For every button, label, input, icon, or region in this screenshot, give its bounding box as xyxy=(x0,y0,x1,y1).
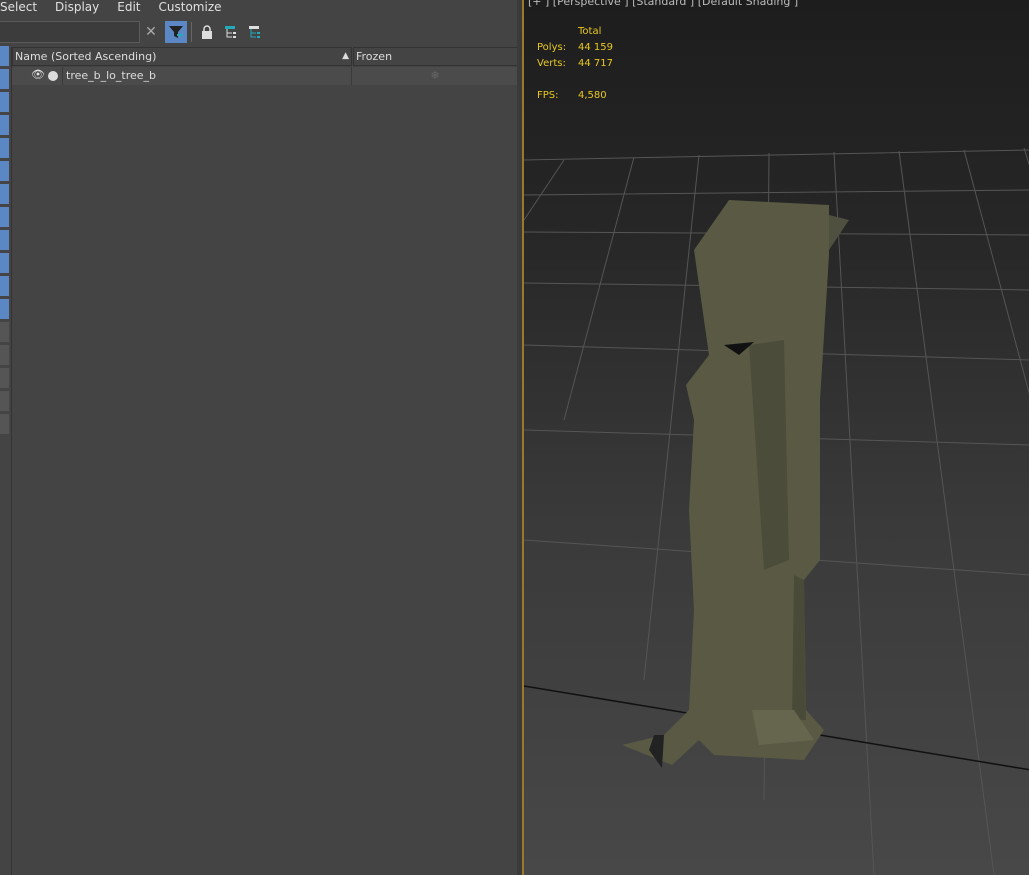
snowflake-icon[interactable]: ❄ xyxy=(351,67,518,85)
filter-icon[interactable] xyxy=(165,21,187,43)
menu-customize[interactable]: Customize xyxy=(159,0,222,16)
verts-label: Verts: xyxy=(537,58,566,69)
hierarchy-icon[interactable] xyxy=(220,21,242,43)
scene-explorer: Select Display Edit Customize ✕ Name (So… xyxy=(0,0,520,875)
object-dot-icon xyxy=(48,71,58,81)
invert-display-button[interactable] xyxy=(0,368,9,388)
column-label: Name (Sorted Ascending) xyxy=(15,50,157,63)
filter-sidebar xyxy=(0,46,9,437)
sort-ascending-icon: ▲ xyxy=(342,51,349,61)
filter-spacewarps-button[interactable] xyxy=(0,161,9,181)
menu-display[interactable]: Display xyxy=(55,0,99,16)
toolbar-divider xyxy=(191,22,192,42)
fps-value: 4,580 xyxy=(578,90,607,101)
filter-xrefs-button[interactable] xyxy=(0,207,9,227)
lock-icon[interactable] xyxy=(196,21,218,43)
polys-value: 44 159 xyxy=(578,42,613,53)
eye-icon[interactable]: 👁 xyxy=(31,68,45,81)
filter-cameras-button[interactable] xyxy=(0,115,9,135)
filter-containers-button[interactable] xyxy=(0,253,9,273)
scene-table: Name (Sorted Ascending) ▲ Frozen 👁 tree_… xyxy=(11,47,518,875)
menu-select[interactable]: Select xyxy=(0,0,37,16)
object-name[interactable]: tree_b_lo_tree_b xyxy=(62,67,351,85)
filter-helpers-button[interactable] xyxy=(0,138,9,158)
options-button[interactable] xyxy=(0,391,9,411)
stats-header: Total xyxy=(578,26,602,37)
menu-bar: Select Display Edit Customize xyxy=(0,0,520,16)
fps-label: FPS: xyxy=(537,90,559,101)
filter-geometry-button[interactable] xyxy=(0,46,9,66)
viewport-label[interactable]: [+ ] [Perspective ] [Standard ] [Default… xyxy=(528,0,798,8)
hierarchy-icon[interactable] xyxy=(244,21,266,43)
filter-shapes-button[interactable] xyxy=(0,69,9,89)
filter-bones-button[interactable] xyxy=(0,230,9,250)
table-row[interactable]: 👁 tree_b_lo_tree_b ❄ xyxy=(12,67,518,85)
perspective-viewport[interactable]: [+ ] [Perspective ] [Standard ] [Default… xyxy=(522,0,1029,875)
filter-hidden-button[interactable] xyxy=(0,299,9,319)
new-layer-button[interactable] xyxy=(0,414,9,434)
toolbar: ✕ xyxy=(0,20,520,44)
display-all-button[interactable] xyxy=(0,322,9,342)
filter-lights-button[interactable] xyxy=(0,92,9,112)
column-header-frozen[interactable]: Frozen xyxy=(353,47,518,66)
menu-edit[interactable]: Edit xyxy=(117,0,140,16)
column-label: Frozen xyxy=(356,50,393,63)
column-header-name[interactable]: Name (Sorted Ascending) ▲ xyxy=(12,47,352,66)
polys-label: Polys: xyxy=(537,42,567,53)
filter-groups-button[interactable] xyxy=(0,184,9,204)
close-icon[interactable]: ✕ xyxy=(140,21,162,43)
filter-frozen-button[interactable] xyxy=(0,276,9,296)
viewport-scene xyxy=(524,147,1029,875)
search-input[interactable] xyxy=(0,21,140,43)
verts-value: 44 717 xyxy=(578,58,613,69)
display-none-button[interactable] xyxy=(0,345,9,365)
